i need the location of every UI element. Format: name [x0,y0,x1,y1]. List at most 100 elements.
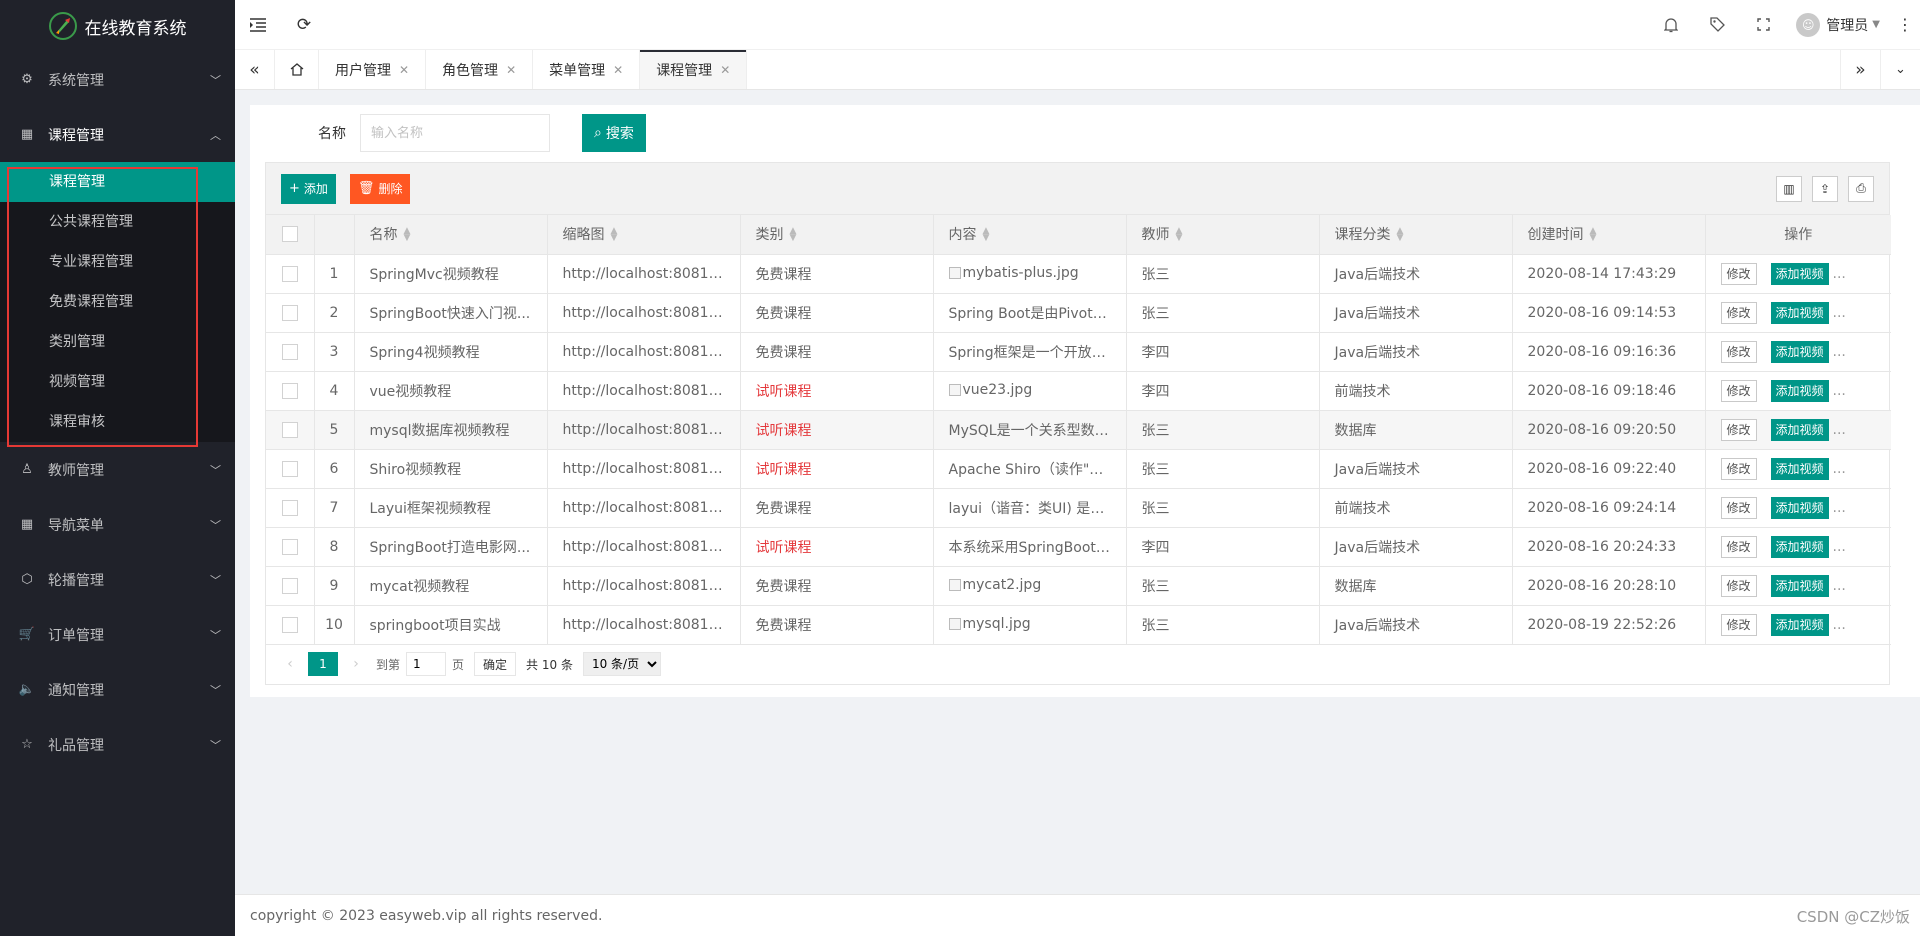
sidebar-menu-item[interactable]: ⬡ 轮播管理 ﹀ [0,552,235,607]
more-actions[interactable]: ... [1833,617,1846,633]
sidebar-subitem[interactable]: 专业课程管理 [0,242,235,282]
edit-button[interactable]: 修改 [1720,379,1757,402]
add-video-button[interactable]: 添加视频 [1770,340,1829,363]
table-row[interactable]: 9 mycat视频教程 http://localhost:8081/ge... 免费课… [266,566,1891,606]
sort-icon[interactable]: ▲ ▼ [983,227,990,243]
tabs-scroll-right-button[interactable]: » [1840,50,1880,89]
table-row[interactable]: 2 SpringBoot快速入门视... http://localhost:8081… [266,293,1891,333]
goto-page-input[interactable] [406,652,447,676]
sidebar-menu-item[interactable]: 🛒 订单管理 ﹀ [0,607,235,662]
sidebar-menu-item[interactable]: ▦ 导航菜单 ﹀ [0,497,235,552]
more-actions[interactable]: ... [1833,422,1846,438]
sidebar-menu-item[interactable]: 🔈 通知管理 ﹀ [0,662,235,717]
close-icon[interactable]: ✕ [720,63,730,77]
sidebar-menu-item[interactable]: ▦ 课程管理 ︿ [0,107,235,162]
row-checkbox[interactable] [281,538,298,555]
edit-button[interactable]: 修改 [1720,574,1757,597]
export-button[interactable]: ⇪ [1812,175,1838,202]
add-video-button[interactable]: 添加视频 [1770,457,1829,480]
tab[interactable]: 角色管理 ✕ [426,50,534,89]
table-row[interactable]: 8 SpringBoot打造电影网... http://localhost:8081… [266,527,1891,567]
edit-button[interactable]: 修改 [1720,496,1757,519]
more-actions[interactable]: ... [1833,461,1846,477]
edit-button[interactable]: 修改 [1720,535,1757,558]
close-icon[interactable]: ✕ [506,63,516,77]
add-video-button[interactable]: 添加视频 [1770,418,1829,441]
add-video-button[interactable]: 添加视频 [1770,379,1829,402]
row-checkbox[interactable] [281,577,298,594]
column-header[interactable]: 名称 ▲ ▼ [354,215,548,255]
page-size-select[interactable]: 10 条/页 [582,652,661,676]
sort-icon[interactable]: ▲ ▼ [611,227,618,243]
tab[interactable]: 用户管理 ✕ [319,50,427,89]
edit-button[interactable]: 修改 [1720,340,1757,363]
prev-page-button[interactable]: ‹ [276,656,304,672]
sidebar-subitem[interactable]: 类别管理 [0,322,235,362]
more-actions[interactable]: ... [1833,266,1846,282]
add-video-button[interactable]: 添加视频 [1770,262,1829,285]
sort-icon[interactable]: ▲ ▼ [1590,227,1597,243]
edit-button[interactable]: 修改 [1720,301,1757,324]
app-logo[interactable]: 在线教育系统 [0,0,235,52]
edit-button[interactable]: 修改 [1720,418,1757,441]
edit-button[interactable]: 修改 [1720,613,1757,636]
fullscreen-button[interactable] [1740,0,1786,50]
add-button[interactable]: + 添加 [281,173,336,204]
columns-filter-button[interactable]: ▥ [1776,175,1802,202]
edit-button[interactable]: 修改 [1720,457,1757,480]
refresh-button[interactable]: ⟳ [281,0,327,50]
add-video-button[interactable]: 添加视频 [1770,535,1829,558]
add-video-button[interactable]: 添加视频 [1770,613,1829,636]
row-checkbox[interactable] [281,421,298,438]
table-row[interactable]: 4 vue视频教程 http://localhost:8081/ge... 试听课程 v… [266,371,1891,411]
user-menu[interactable]: ☺ 管理员 ▼ [1786,12,1890,37]
more-actions[interactable]: ... [1833,305,1846,321]
tabs-dropdown-button[interactable]: ⌄ [1880,50,1920,89]
sort-icon[interactable]: ▲ ▼ [1176,227,1183,243]
column-header[interactable]: 内容 ▲ ▼ [933,215,1127,255]
row-checkbox[interactable] [281,382,298,399]
sidebar-subitem[interactable]: 视频管理 [0,362,235,402]
more-actions[interactable]: ... [1833,500,1846,516]
table-row[interactable]: 5 mysql数据库视频教程 http://localhost:8081/ge...… [266,410,1891,450]
tag-button[interactable] [1694,0,1740,50]
more-actions[interactable]: ... [1833,539,1846,555]
tab[interactable]: 课程管理 ✕ [640,50,748,89]
table-row[interactable]: 7 Layui框架视频教程 http://localhost:8081/ge... 免… [266,488,1891,528]
sidebar-menu-item[interactable]: ⚙ 系统管理 ﹀ [0,52,235,107]
notification-button[interactable] [1648,0,1694,50]
collapse-sidebar-button[interactable] [235,0,281,50]
column-header[interactable]: 教师 ▲ ▼ [1126,215,1320,255]
row-checkbox[interactable] [281,499,298,516]
sort-icon[interactable]: ▲ ▼ [790,227,797,243]
column-header[interactable]: 类别 ▲ ▼ [740,215,934,255]
row-checkbox[interactable] [281,265,298,282]
row-checkbox[interactable] [281,343,298,360]
sidebar-subitem[interactable]: 免费课程管理 [0,282,235,322]
row-checkbox[interactable] [281,616,298,633]
more-options-button[interactable]: ⋮ [1890,0,1920,50]
sort-icon[interactable]: ▲ ▼ [404,227,411,243]
add-video-button[interactable]: 添加视频 [1770,496,1829,519]
goto-confirm-button[interactable]: 确定 [474,652,517,676]
table-row[interactable]: 10 springboot项目实战 http://localhost:8081/ge… [266,605,1891,645]
column-header[interactable]: 课程分类 ▲ ▼ [1319,215,1513,255]
sidebar-subitem[interactable]: 课程审核 [0,402,235,442]
close-icon[interactable]: ✕ [613,63,623,77]
table-row[interactable]: 1 SpringMvc视频教程 http://localhost:8081/ge..… [266,254,1891,294]
row-checkbox[interactable] [281,304,298,321]
sidebar-subitem[interactable]: 课程管理 [0,162,235,202]
select-all-checkbox[interactable] [281,226,298,243]
tab-home[interactable] [275,50,319,89]
search-button[interactable]: ⌕ 搜索 [582,114,646,152]
delete-button[interactable]: 🗑 删除 [349,173,411,204]
sidebar-subitem[interactable]: 公共课程管理 [0,202,235,242]
print-button[interactable]: ⎙ [1848,175,1874,202]
sort-icon[interactable]: ▲ ▼ [1397,227,1404,243]
current-page[interactable]: 1 [308,652,338,676]
tab[interactable]: 菜单管理 ✕ [533,50,641,89]
close-icon[interactable]: ✕ [399,63,409,77]
table-row[interactable]: 6 Shiro视频教程 http://localhost:8081/ge... 试听课… [266,449,1891,489]
more-actions[interactable]: ... [1833,383,1846,399]
row-checkbox[interactable] [281,460,298,477]
